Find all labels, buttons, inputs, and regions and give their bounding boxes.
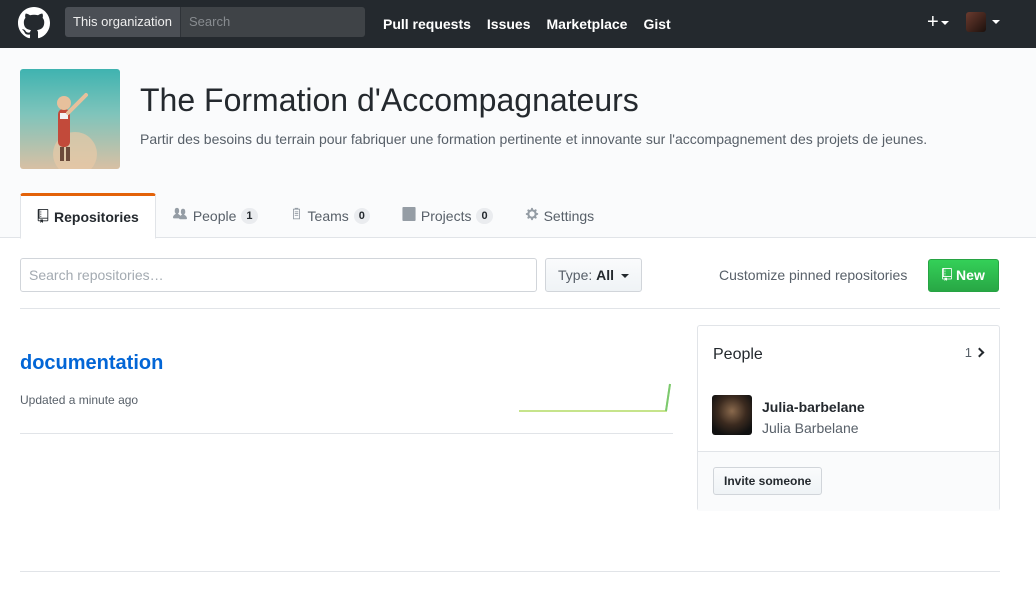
new-button-label: New: [956, 267, 985, 283]
activity-sparkline: [519, 383, 671, 412]
tab-label: Repositories: [54, 209, 139, 225]
tab-projects[interactable]: Projects 0: [386, 193, 509, 238]
people-panel: People 1 Julia-barbelane Julia Barbelane…: [697, 325, 1000, 511]
user-menu[interactable]: [966, 12, 1000, 32]
avatar[interactable]: [712, 395, 752, 435]
page-title: The Formation d'Accompagnateurs: [140, 82, 639, 118]
top-nav: Pull requests Issues Marketplace Gist: [383, 0, 687, 48]
avatar: [966, 12, 986, 32]
member-full-name: Julia Barbelane: [762, 420, 859, 436]
tab-settings[interactable]: Settings: [509, 193, 611, 238]
type-label: Type:: [558, 267, 593, 283]
count-badge: 0: [353, 207, 370, 224]
divider: [20, 433, 673, 434]
org-header: The Formation d'Accompagnateurs Partir d…: [0, 48, 1036, 239]
nav-marketplace[interactable]: Marketplace: [547, 16, 628, 32]
plus-icon: +: [927, 11, 939, 33]
chevron-right-icon: [974, 347, 985, 358]
type-filter-dropdown[interactable]: Type: All: [545, 258, 642, 292]
tab-teams[interactable]: Teams 0: [274, 193, 386, 238]
nav-issues[interactable]: Issues: [487, 16, 531, 32]
tab-label: People: [192, 207, 237, 224]
new-repo-button[interactable]: New: [928, 259, 999, 292]
search-input[interactable]: Search: [181, 7, 365, 37]
gear-icon: [525, 207, 539, 224]
count-badge: 1: [241, 207, 258, 224]
top-bar: This organization Search Pull requests I…: [0, 0, 1036, 48]
org-avatar-image: [53, 93, 97, 169]
divider: [20, 571, 1000, 572]
projects-icon: [402, 207, 416, 224]
people-panel-footer: Invite someone: [698, 451, 999, 511]
search-repositories-input[interactable]: Search repositories…: [20, 258, 537, 292]
repo-icon: [942, 267, 956, 283]
people-count-link[interactable]: 1: [964, 345, 985, 360]
caret-down-icon: [992, 20, 1000, 24]
caret-down-icon: [620, 274, 629, 279]
org-avatar: [20, 69, 120, 169]
teams-icon: [290, 207, 303, 224]
org-description: Partir des besoins du terrain pour fabri…: [140, 131, 928, 147]
divider: [20, 308, 1000, 309]
nav-pull-requests[interactable]: Pull requests: [383, 16, 471, 32]
tab-label: Teams: [307, 207, 349, 224]
member-login[interactable]: Julia-barbelane: [762, 399, 865, 415]
caret-down-icon: [940, 20, 949, 25]
customize-pinned-link[interactable]: Customize pinned repositories: [719, 267, 907, 283]
people-icon: [172, 207, 188, 224]
tab-label: Settings: [543, 207, 595, 224]
org-tabs: Repositories People 1 Teams 0 Projects 0: [20, 193, 611, 239]
tab-people[interactable]: People 1: [156, 193, 274, 238]
nav-gist[interactable]: Gist: [643, 16, 670, 32]
repo-icon: [37, 208, 49, 226]
people-panel-title: People: [713, 346, 763, 363]
repo-updated-time: Updated a minute ago: [20, 393, 139, 407]
people-count: 1: [964, 345, 972, 360]
tab-label: Projects: [420, 207, 472, 224]
tab-repositories[interactable]: Repositories: [20, 193, 156, 239]
site-search: This organization Search: [65, 7, 365, 37]
invite-someone-button[interactable]: Invite someone: [713, 467, 823, 495]
scope-label[interactable]: This organization: [65, 7, 181, 37]
count-badge: 0: [476, 207, 493, 224]
github-octocat-icon[interactable]: [18, 7, 50, 39]
repo-link[interactable]: documentation: [20, 352, 163, 375]
type-value: All: [596, 267, 615, 283]
create-new-menu[interactable]: +: [927, 11, 949, 33]
